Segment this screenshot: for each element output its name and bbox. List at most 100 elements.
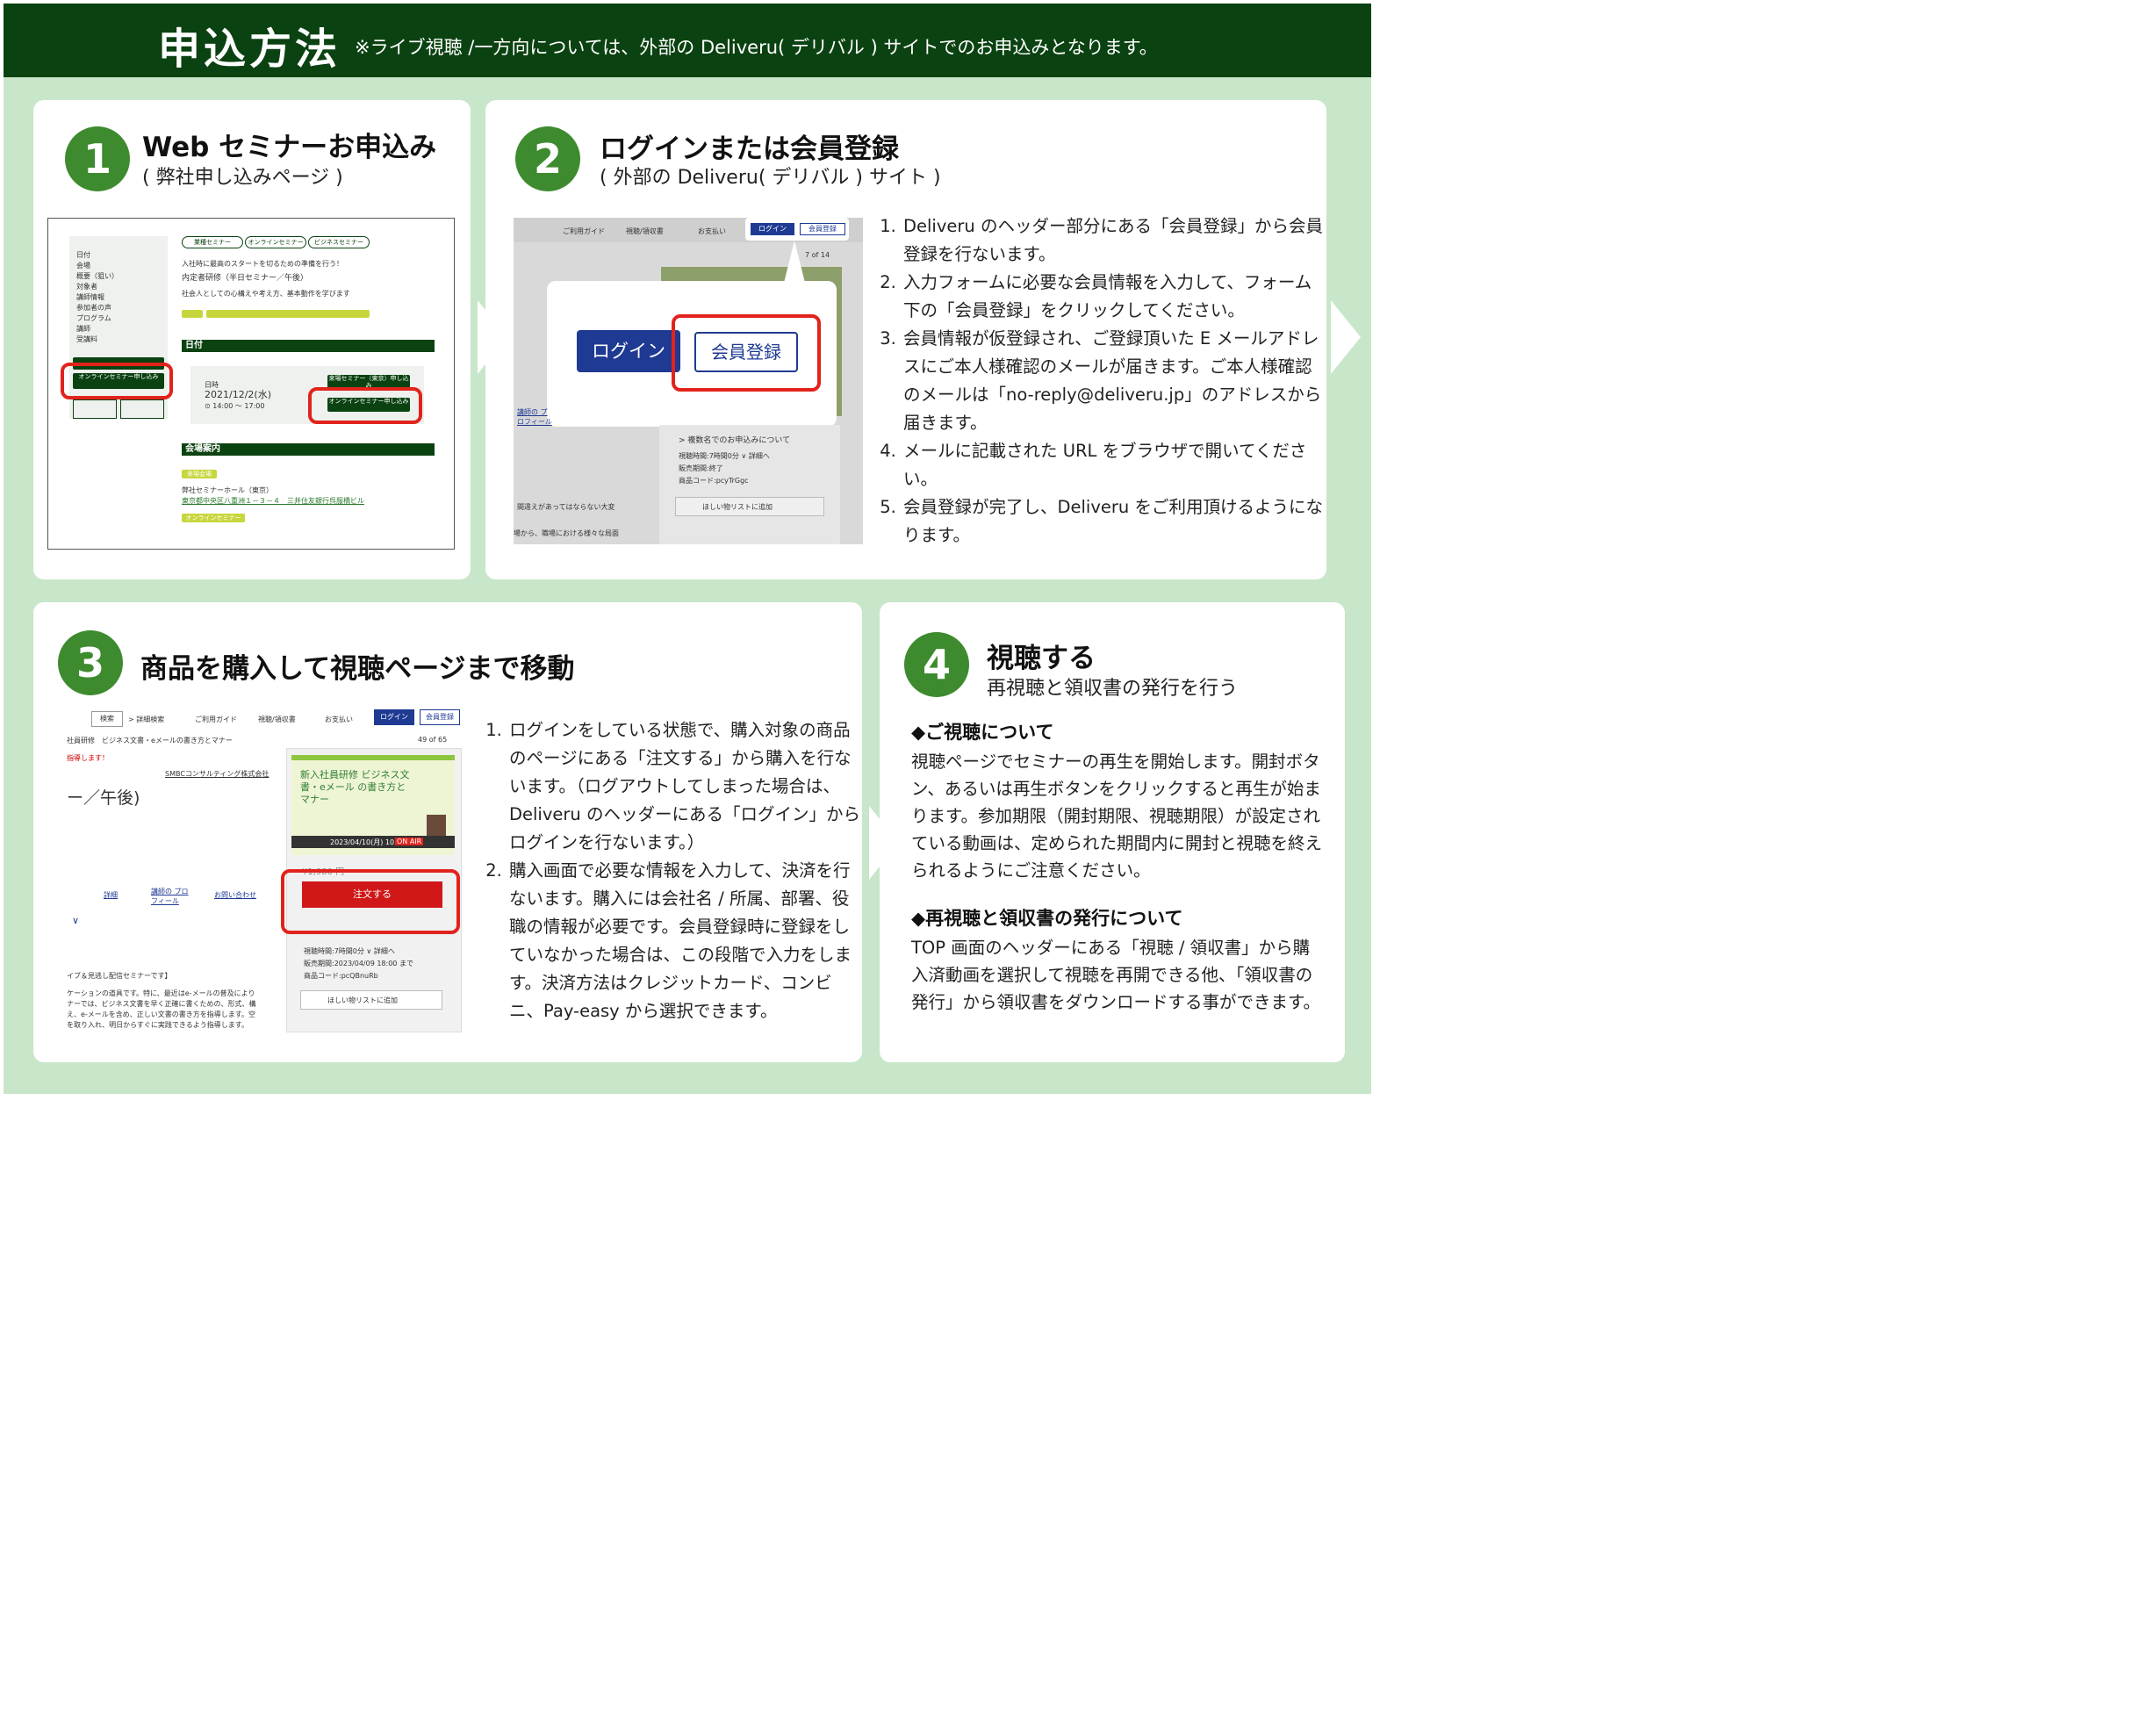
catch-text: 指導します！: [67, 754, 109, 762]
desc-text: を取り入れ、明日からすぐに実践できるよう指導します。: [67, 1021, 248, 1029]
sidebar-item[interactable]: 日付: [76, 250, 119, 261]
step3-card: 3 商品を購入して視聴ページまで移動 検索 > 詳細検索 ご利用ガイド 視聴/領…: [33, 602, 862, 1062]
yellow-tag: [182, 310, 203, 318]
sidebar-item[interactable]: プログラム: [76, 313, 119, 324]
product-count: 49 of 65: [418, 736, 448, 744]
body-text: 場から、職場における様々な局面: [514, 529, 619, 537]
wishlist-button[interactable]: ほしい物リストに追加: [300, 990, 442, 1010]
header-register-button[interactable]: 会員登録: [800, 223, 845, 235]
sidebar-item[interactable]: 参加者の声: [76, 303, 119, 313]
nav-view[interactable]: 視聴/領収書: [626, 227, 664, 236]
step3-number: 3: [58, 630, 123, 695]
nav-pay[interactable]: お支払い: [698, 227, 726, 236]
step2-item: Deliveru のヘッダー部分にある「会員登録」から会員登録を行ないます。: [902, 212, 1325, 269]
detail-search-link[interactable]: > 詳細検索: [128, 715, 164, 724]
sidebar-item[interactable]: 対象者: [76, 282, 119, 292]
step1-screenshot: 日付 会場 概要（狙い） 対象者 講師情報 参加者の声 プログラム 講師 受講料…: [47, 218, 455, 550]
step1-number: 1: [65, 126, 130, 191]
meta-time: 視聴時間:7時間0分 ∨ 詳細へ: [679, 452, 770, 460]
nav-view[interactable]: 視聴/領収書: [258, 715, 296, 724]
flow-arrow: [1331, 300, 1361, 374]
sidebar-guide-box: [73, 399, 117, 419]
sidebar-item[interactable]: 講師情報: [76, 292, 119, 303]
header-bar: 申込方法 ※ライブ視聴 /一方向については、外部の Deliveru( デリバル…: [4, 4, 1371, 77]
sidebar-item[interactable]: 概要（狙い）: [76, 271, 119, 282]
step2-item: 会員登録が完了し、Deliveru をご利用頂けるようになります。: [902, 493, 1325, 550]
breadcrumb: 社員研修 ビジネス文書・eメールの書き方とマナー: [67, 737, 233, 744]
chevron-down-icon[interactable]: ∨: [72, 915, 79, 926]
body-text: 間違えがあってはならない大変: [517, 503, 615, 511]
highlight-box: [672, 314, 821, 392]
step1-subtitle: ( 弊社申し込みページ ): [142, 167, 343, 189]
sidebar-item[interactable]: 会場: [76, 261, 119, 271]
wishlist-button[interactable]: ほしい物リストに追加: [675, 497, 824, 516]
header-login-button[interactable]: ログイン: [374, 709, 414, 725]
sidebar-guide-box: [120, 399, 164, 419]
desc-text: え、e-メールを含め、正しい文書の書き方を指導します。空: [67, 1011, 256, 1018]
highlight-box: [281, 869, 460, 934]
nav-guide[interactable]: ご利用ガイド: [195, 715, 237, 724]
tab-lecturer[interactable]: 講師の プロフィール: [151, 887, 191, 906]
meta-sale: 販売期間:終了: [679, 464, 723, 472]
step2-title: ログインまたは会員登録: [600, 133, 899, 165]
tab-detail[interactable]: 詳細: [104, 890, 118, 900]
nav-pay[interactable]: お支払い: [325, 715, 353, 724]
step3-item: ログインをしている状態で、購入対象の商品のページにある「注文する」から購入を行な…: [507, 716, 862, 857]
venue-name: 弊社セミナーホール（東京）: [182, 486, 273, 494]
rewatch-heading: ◆再視聴と領収書の発行について: [911, 908, 1183, 929]
sidebar-item[interactable]: 講師: [76, 324, 119, 334]
step3-instructions: ログインをしている状態で、購入対象の商品のページにある「注文する」から購入を行な…: [485, 716, 862, 1025]
viewing-heading: ◆ご視聴について: [911, 722, 1054, 743]
popup-tail: [784, 241, 805, 283]
sidebar-item[interactable]: 受講料: [76, 334, 119, 345]
page-heading: ー／午後): [67, 788, 140, 808]
step4-card: 4 視聴する 再視聴と領収書の発行を行う ◆ご視聴について 視聴ページでセミナー…: [880, 602, 1345, 1062]
step3-title: 商品を購入して視聴ページまで移動: [140, 653, 575, 685]
rewatch-body: TOP 画面のヘッダーにある「視聴 / 領収書」から購入済動画を選択して視聴を再…: [911, 938, 1321, 1012]
multi-apply-link[interactable]: > 複数名でのお申込みについて: [679, 434, 790, 445]
step2-instructions: Deliveru のヘッダー部分にある「会員登録」から会員登録を行ないます。 入…: [879, 212, 1325, 550]
date-bar: 日付: [182, 340, 435, 352]
product-title: 新入社員研修 ビジネス文書・eメール の書き方とマナー: [300, 769, 410, 805]
venue-bar: 会場案内: [182, 443, 435, 456]
seminar-catch: 入社時に最高のスタートを切るための準備を行う！: [182, 260, 343, 268]
header-register-button[interactable]: 会員登録: [420, 709, 460, 725]
step2-item: メールに記載された URL をブラウザで開いてください。: [902, 437, 1325, 493]
search-button[interactable]: 検索: [91, 711, 123, 727]
sidebar-list: 日付 会場 概要（狙い） 対象者 講師情報 参加者の声 プログラム 講師 受講料: [76, 250, 119, 345]
page-title: 申込方法: [158, 25, 341, 74]
step2-screenshot: ご利用ガイド 視聴/領収書 お支払い ログイン 会員登録 7 of 14 ログイ…: [514, 218, 863, 544]
step2-item: 会員情報が仮登録され、ご登録頂いた E メールアドレスにご本人様確認のメールが届…: [902, 325, 1325, 437]
tag-pill: オンラインセミナー: [245, 236, 306, 248]
nav-guide[interactable]: ご利用ガイド: [563, 227, 605, 236]
step4-subtitle: 再視聴と領収書の発行を行う: [987, 678, 1239, 700]
page: 申込方法 ※ライブ視聴 /一方向については、外部の Deliveru( デリバル…: [0, 0, 1376, 1097]
on-air-badge: ON AIR: [395, 838, 424, 845]
highlight-box: [308, 387, 422, 424]
company-link[interactable]: SMBCコンサルティング株式会社: [165, 769, 269, 779]
step2-card: 2 ログインまたは会員登録 ( 外部の Deliveru( デリバル ) サイト…: [485, 100, 1326, 579]
step2-number: 2: [515, 126, 580, 191]
seminar-lead: 社会人としての心構えや考え方、基本動作を学びます: [182, 290, 350, 298]
step1-title: Web セミナーお申込み: [142, 132, 437, 163]
online-tag: オンラインセミナー: [182, 514, 245, 522]
meta-sale: 販売期間:2023/04/09 18:00 まで: [304, 960, 413, 967]
step4-title: 視聴する: [987, 643, 1096, 674]
tag-pill: ビジネスセミナー: [308, 236, 370, 248]
popup-login-button[interactable]: ログイン: [577, 330, 680, 372]
desc-text: イブ＆見逃し配信セミナーです】: [67, 972, 172, 980]
step2-item: 入力フォームに必要な会員情報を入力して、フォーム下の「会員登録」をクリックしてく…: [902, 269, 1325, 325]
venue-address[interactable]: 東京都中央区八重洲１－３－４ 三井住友銀行呉服橋ビル: [182, 496, 364, 506]
step4-number: 4: [904, 632, 969, 697]
product-count: 7 of 14: [805, 251, 830, 259]
seminar-date: 2021/12/2(水): [205, 389, 271, 400]
highlight-box: [61, 363, 173, 399]
meta-time: 視聴時間:7時間0分 ∨ 詳細へ: [304, 947, 395, 955]
header-login-button[interactable]: ログイン: [751, 223, 794, 235]
seminar-title: 内定者研修（半日セミナー／午後）: [182, 274, 309, 283]
lecturer-link[interactable]: 講師の プロフィール: [517, 407, 552, 427]
viewing-body: 視聴ページでセミナーの再生を開始します。開封ボタン、あるいは再生ボタンをクリック…: [911, 752, 1323, 881]
desc-text: ナーでは、ビジネス文書を早く正確に書くための、形式、構: [67, 1000, 256, 1008]
tab-contact[interactable]: お問い合わせ: [214, 890, 256, 900]
venue-tag: 来場会場: [182, 470, 217, 478]
